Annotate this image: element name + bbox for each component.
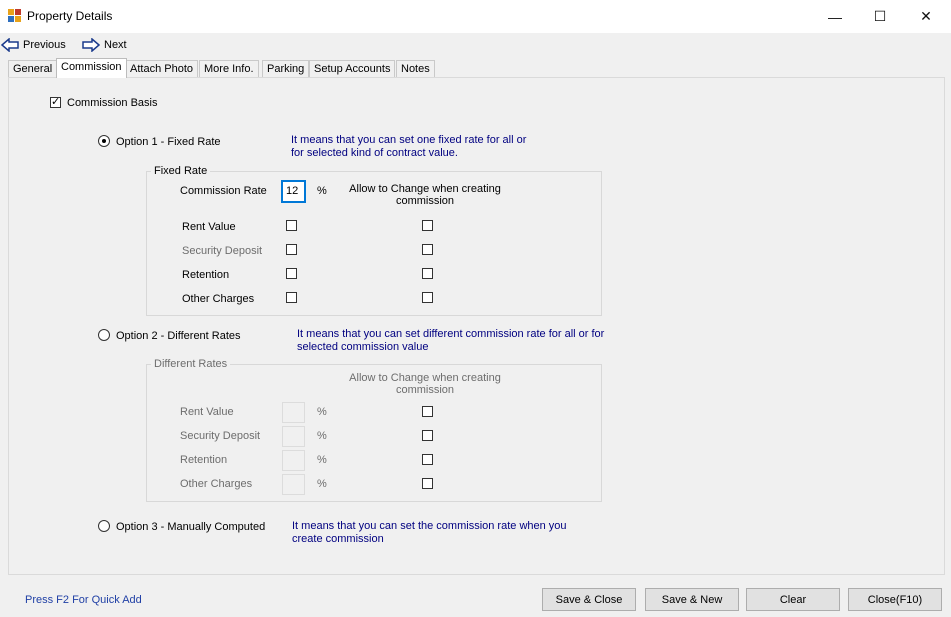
security-deposit-label: Security Deposit <box>182 245 263 257</box>
option3-radio[interactable] <box>98 520 110 532</box>
title-bar: Property Details — ☐ ✕ <box>0 0 951 33</box>
option2-radio[interactable] <box>98 329 110 341</box>
option1-radio[interactable] <box>98 135 110 147</box>
other-charges-checkbox[interactable] <box>286 292 297 303</box>
option3-desc-line2: create commission <box>292 533 384 545</box>
next-button[interactable]: Next <box>82 37 127 53</box>
diff-security-deposit-allow-checkbox[interactable] <box>422 430 433 441</box>
diff-retention-label: Retention <box>180 454 228 466</box>
save-new-button[interactable]: Save & New <box>645 588 739 611</box>
rent-value-checkbox[interactable] <box>286 220 297 231</box>
maximize-button[interactable]: ☐ <box>857 0 903 33</box>
rent-value-label: Rent Value <box>182 221 236 233</box>
close-icon: ✕ <box>920 8 932 24</box>
diff-rent-value-input[interactable] <box>282 402 305 423</box>
security-deposit-allow-checkbox[interactable] <box>422 244 433 255</box>
allow-change-label-1: Allow to Change when creating commission <box>349 183 501 207</box>
diff-retention-allow-checkbox[interactable] <box>422 454 433 465</box>
arrow-left-icon <box>1 38 19 52</box>
other-charges-allow-checkbox[interactable] <box>422 292 433 303</box>
allow-change-label-2: Allow to Change when creating commission <box>349 372 501 396</box>
diff-other-charges-label: Other Charges <box>180 478 253 490</box>
retention-label: Retention <box>182 269 230 281</box>
diff-retention-input[interactable] <box>282 450 305 471</box>
retention-allow-checkbox[interactable] <box>422 268 433 279</box>
commission-rate-percent: % <box>317 185 327 197</box>
close-button[interactable]: ✕ <box>903 0 949 33</box>
diff-other-charges-input[interactable] <box>282 474 305 495</box>
security-deposit-checkbox[interactable] <box>286 244 297 255</box>
option3-desc-line1: It means that you can set the commission… <box>292 520 567 532</box>
previous-button[interactable]: Previous <box>1 37 66 53</box>
previous-label: Previous <box>23 39 66 51</box>
commission-basis-checkbox[interactable] <box>50 95 61 108</box>
diff-other-charges-allow-checkbox[interactable] <box>422 478 433 489</box>
quick-add-hint: Press F2 For Quick Add <box>25 594 142 606</box>
commission-rate-input[interactable]: 12 <box>281 180 306 203</box>
commission-basis-label: Commission Basis <box>67 97 158 109</box>
app-icon <box>8 9 21 22</box>
different-rates-title: Different Rates <box>151 358 231 370</box>
clear-button[interactable]: Clear <box>746 588 840 611</box>
diff-rent-value-allow-checkbox[interactable] <box>422 406 433 417</box>
option2-desc-line2: selected commission value <box>297 341 429 353</box>
tab-general[interactable]: General <box>8 60 58 78</box>
next-label: Next <box>104 39 127 51</box>
diff-security-deposit-input[interactable] <box>282 426 305 447</box>
close-f10-button[interactable]: Close(F10) <box>848 588 942 611</box>
other-charges-label: Other Charges <box>182 293 255 305</box>
tab-setup-accounts[interactable]: Setup Accounts <box>309 60 396 78</box>
maximize-icon: ☐ <box>873 8 887 24</box>
tab-commission[interactable]: Commission <box>56 58 127 78</box>
option2-desc-line1: It means that you can set different comm… <box>297 328 605 340</box>
minimize-icon: — <box>828 8 842 25</box>
option1-desc-line2: for selected kind of contract value. <box>291 147 458 159</box>
save-close-button[interactable]: Save & Close <box>542 588 636 611</box>
option2-label[interactable]: Option 2 - Different Rates <box>116 330 241 342</box>
fixed-rate-title: Fixed Rate <box>151 165 211 177</box>
minimize-button[interactable]: — <box>812 0 858 33</box>
diff-rent-value-label: Rent Value <box>180 406 234 418</box>
option1-label[interactable]: Option 1 - Fixed Rate <box>116 136 221 148</box>
diff-retention-percent: % <box>317 454 327 466</box>
arrow-right-icon <box>82 38 100 52</box>
option1-desc-line1: It means that you can set one fixed rate… <box>291 134 527 146</box>
tab-more-info[interactable]: More Info. <box>199 60 259 78</box>
tab-attach-photo[interactable]: Attach Photo <box>125 60 198 78</box>
diff-security-deposit-percent: % <box>317 430 327 442</box>
tab-notes[interactable]: Notes <box>396 60 435 78</box>
tab-parking[interactable]: Parking <box>262 60 310 78</box>
tab-strip: General Commission Attach Photo More Inf… <box>0 58 951 78</box>
retention-checkbox[interactable] <box>286 268 297 279</box>
diff-other-charges-percent: % <box>317 478 327 490</box>
diff-security-deposit-label: Security Deposit <box>180 430 261 442</box>
option3-label[interactable]: Option 3 - Manually Computed <box>116 521 265 533</box>
diff-rent-value-percent: % <box>317 406 327 418</box>
window-title: Property Details <box>27 9 113 23</box>
rent-value-allow-checkbox[interactable] <box>422 220 433 231</box>
commission-rate-label: Commission Rate <box>180 185 267 197</box>
